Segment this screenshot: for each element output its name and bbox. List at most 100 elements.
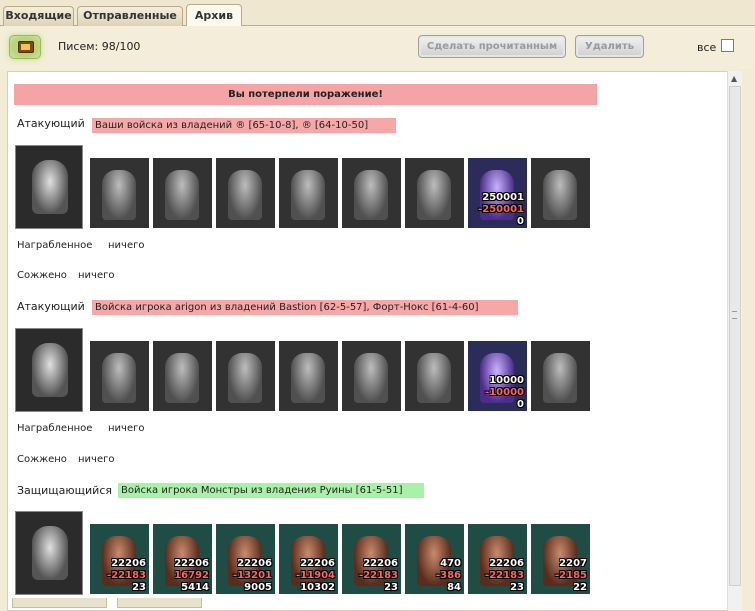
unit-losses: -10000: [485, 387, 524, 398]
army-unit: 22206 -13201 9005: [216, 524, 275, 594]
unit-count: 22206: [111, 558, 146, 569]
hero-portrait: [15, 145, 83, 229]
unit-count: 22206: [174, 558, 209, 569]
delete-button[interactable]: Удалить: [575, 35, 644, 58]
unit-count: 22206: [489, 558, 524, 569]
unit-remaining: 23: [384, 582, 398, 593]
unit-losses: -22183: [107, 570, 146, 581]
burned-value: ничего: [78, 454, 115, 465]
defender-owner: Войска игрока Монстры из владения Руины …: [118, 483, 424, 498]
army-unit: [153, 158, 212, 228]
army-unit: [405, 341, 464, 411]
unit-losses: -22183: [359, 570, 398, 581]
burned-label: Сожжено: [17, 454, 67, 465]
loot-label: Награбленное: [17, 423, 93, 434]
loot-label: Награбленное: [17, 240, 93, 251]
envelope-icon: [18, 41, 34, 53]
unit-remaining: 9005: [244, 582, 272, 593]
unit-remaining: 23: [510, 582, 524, 593]
army-unit: [153, 341, 212, 411]
unit-losses: -2185: [555, 570, 587, 581]
letters-count: Писем: 98/100: [58, 40, 141, 53]
army-unit: 470 -386 84: [405, 524, 464, 594]
unit-remaining: 22: [573, 582, 587, 593]
unit-count: 22206: [237, 558, 272, 569]
army-unit: [531, 158, 590, 228]
tab-inbox[interactable]: Входящие: [3, 6, 74, 26]
unit-figure: [228, 170, 262, 220]
army-unit: [405, 158, 464, 228]
tab-sent[interactable]: Отправленные: [77, 6, 183, 26]
unit-losses: -11904: [296, 570, 335, 581]
unit-figure: [543, 353, 577, 403]
burned-value: ничего: [78, 270, 115, 281]
bottom-tab[interactable]: [117, 598, 202, 608]
scroll-grip-icon: [732, 311, 737, 319]
lion-shield-icon: [32, 343, 68, 397]
attacker-label: Атакующий: [17, 117, 85, 130]
unit-figure: [228, 353, 262, 403]
army-unit: [216, 341, 275, 411]
result-banner: Вы потерпели поражение!: [14, 84, 597, 105]
demon-mask-icon: [32, 526, 68, 580]
army-unit: 10000 -10000 0: [468, 341, 527, 411]
unit-figure: [354, 170, 388, 220]
hero-emblem-icon: [32, 160, 68, 214]
army-unit: [90, 158, 149, 228]
unit-remaining: 0: [517, 216, 524, 227]
vertical-scrollbar[interactable]: ▲: [727, 71, 742, 611]
mail-icon-button[interactable]: [9, 35, 41, 59]
attacker-owner: Ваши войска из владений ® [65-10-8], ® […: [92, 118, 396, 133]
army-unit: 22206 -22183 23: [90, 524, 149, 594]
unit-losses: 16792: [174, 570, 209, 581]
unit-remaining: 10302: [300, 582, 335, 593]
scroll-up-icon[interactable]: ▲: [731, 74, 737, 83]
unit-figure: [354, 353, 388, 403]
unit-remaining: 0: [517, 399, 524, 410]
unit-figure: [102, 170, 136, 220]
army-unit: 22206 16792 5414: [153, 524, 212, 594]
army-unit: [531, 341, 590, 411]
unit-remaining: 23: [132, 582, 146, 593]
defender-label: Защищающийся: [17, 484, 112, 497]
mark-read-button[interactable]: Сделать прочитанным: [418, 35, 566, 58]
attacker-label: Атакующий: [17, 300, 85, 313]
army-unit: [342, 158, 401, 228]
message-content: Вы потерпели поражение! Атакующий Ваши в…: [7, 71, 739, 611]
army-unit: [342, 341, 401, 411]
army-unit: 22206 -22183 23: [342, 524, 401, 594]
unit-count: 250001: [482, 192, 524, 203]
army-unit: 250001 -250001 0: [468, 158, 527, 228]
army-unit: [279, 341, 338, 411]
bottom-tabs: [12, 598, 202, 611]
army-unit: [216, 158, 275, 228]
hero-portrait: [15, 328, 83, 412]
unit-count: 470: [440, 558, 461, 569]
unit-losses: -250001: [478, 204, 524, 215]
army-unit: 2207 -2185 22: [531, 524, 590, 594]
bottom-tab[interactable]: [12, 598, 107, 608]
tab-archive[interactable]: Архив: [186, 4, 242, 27]
select-all-checkbox[interactable]: [721, 39, 734, 52]
burned-label: Сожжено: [17, 270, 67, 281]
scroll-thumb[interactable]: [729, 86, 741, 586]
unit-figure: [291, 353, 325, 403]
army-unit: [279, 158, 338, 228]
unit-count: 2207: [559, 558, 587, 569]
loot-value: ничего: [108, 240, 145, 251]
unit-figure: [165, 170, 199, 220]
unit-count: 10000: [489, 375, 524, 386]
hero-portrait: [15, 511, 83, 595]
unit-figure: [417, 353, 451, 403]
unit-count: 22206: [363, 558, 398, 569]
attacker-owner: Войска игрока arigon из владений Bastion…: [92, 300, 518, 315]
unit-count: 22206: [300, 558, 335, 569]
unit-figure: [543, 170, 577, 220]
loot-value: ничего: [108, 423, 145, 434]
unit-losses: -22183: [485, 570, 524, 581]
army-unit: 22206 -11904 10302: [279, 524, 338, 594]
unit-remaining: 84: [447, 582, 461, 593]
unit-figure: [291, 170, 325, 220]
unit-figure: [102, 353, 136, 403]
army-unit: [90, 341, 149, 411]
